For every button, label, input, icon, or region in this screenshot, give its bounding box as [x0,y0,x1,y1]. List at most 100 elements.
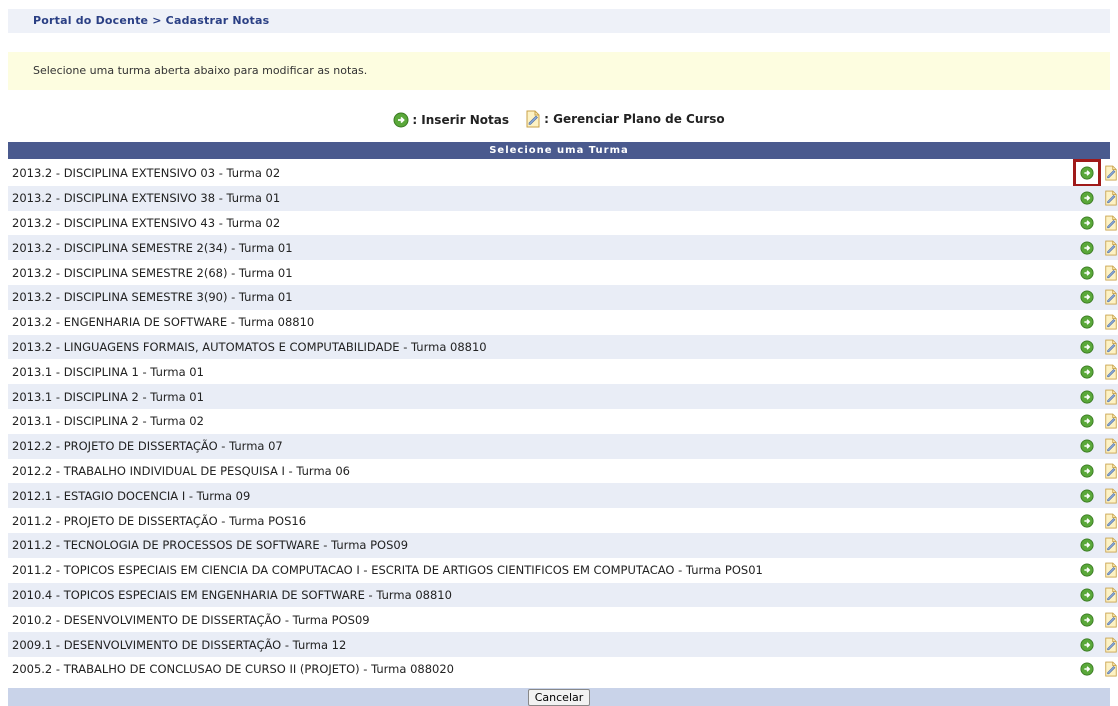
table-row: 2011.2 - TOPICOS ESPECIAIS EM CIENCIA DA… [8,557,1118,583]
row-actions [1078,583,1118,608]
manage-course-plan-button[interactable] [1104,363,1118,381]
insert-grades-button[interactable] [1078,636,1096,654]
manage-course-plan-button[interactable] [1104,586,1118,604]
green-arrow-circle-icon [1080,365,1094,379]
document-edit-icon [1105,265,1117,281]
manage-course-plan-button[interactable] [1104,462,1118,480]
insert-grades-button[interactable] [1078,487,1096,505]
document-edit-icon [1105,339,1117,355]
table-row: 2013.2 - LINGUAGENS FORMAIS, AUTOMATOS E… [8,334,1118,360]
row-actions [1078,483,1118,508]
turma-label: 2013.2 - DISCIPLINA SEMESTRE 2(68) - Tur… [12,265,293,280]
green-arrow-circle-icon [1080,464,1094,478]
document-edit-icon [1105,389,1117,404]
insert-grades-button[interactable] [1073,159,1101,188]
insert-grades-button[interactable] [1078,586,1096,604]
turma-label: 2009.1 - DESENVOLVIMENTO DE DISSERTAÇÃO … [12,637,347,652]
table-row: 2013.2 - DISCIPLINA SEMESTRE 3(90) - Tur… [8,284,1118,310]
turma-label: 2005.2 - TRABALHO DE CONCLUSAO DE CURSO … [12,662,454,677]
manage-course-plan-button[interactable] [1104,561,1118,579]
document-edit-icon [1105,537,1117,553]
insert-grades-button[interactable] [1078,264,1096,282]
row-actions [1078,335,1118,360]
manage-course-plan-button[interactable] [1104,660,1118,678]
turma-label: 2013.2 - LINGUAGENS FORMAIS, AUTOMATOS E… [12,339,487,354]
insert-grades-button[interactable] [1078,239,1096,257]
manage-course-plan-button[interactable] [1104,536,1118,554]
insert-grades-button[interactable] [1078,338,1096,356]
document-edit-icon [1105,587,1117,603]
table-row: 2012.2 - PROJETO DE DISSERTAÇÃO - Turma … [8,433,1118,459]
row-actions [1078,235,1118,260]
manage-course-plan-button[interactable] [1104,288,1118,306]
row-actions [1078,384,1118,409]
manage-course-plan-button[interactable] [1104,611,1118,629]
turma-list: 2013.2 - DISCIPLINA EXTENSIVO 03 - Turma… [8,159,1118,682]
table-row: 2013.2 - DISCIPLINA EXTENSIVO 03 - Turma… [8,159,1118,188]
table-row: 2013.1 - DISCIPLINA 1 - Turma 01 [8,359,1118,385]
manage-course-plan-button[interactable] [1104,512,1118,530]
row-actions [1078,607,1118,632]
legend-plan: : Gerenciar Plano de Curso [525,110,725,128]
insert-grades-button[interactable] [1078,313,1096,331]
manage-course-plan-button[interactable] [1104,338,1118,356]
manage-course-plan-button[interactable] [1104,239,1118,257]
insert-grades-button[interactable] [1078,561,1096,579]
insert-grades-button[interactable] [1078,660,1096,678]
turma-label: 2013.1 - DISCIPLINA 1 - Turma 01 [12,364,204,379]
green-arrow-circle-icon [1080,166,1094,180]
manage-course-plan-button[interactable] [1104,437,1118,455]
row-actions [1078,211,1118,236]
manage-course-plan-button[interactable] [1104,214,1118,232]
row-actions [1078,409,1118,434]
manage-course-plan-button[interactable] [1104,388,1118,406]
document-edit-icon [1105,637,1117,652]
manage-course-plan-button[interactable] [1104,636,1118,654]
insert-grades-button[interactable] [1078,462,1096,480]
green-arrow-circle-icon [1080,191,1094,205]
green-arrow-circle-icon [1080,315,1094,329]
insert-grades-button[interactable] [1078,288,1096,306]
manage-course-plan-button[interactable] [1104,189,1118,207]
document-edit-icon [1105,438,1117,454]
manage-course-plan-button[interactable] [1104,164,1118,182]
legend-plan-label: : Gerenciar Plano de Curso [544,112,725,126]
green-arrow-circle-icon [1080,266,1094,280]
document-edit-icon [1105,215,1117,231]
table-row: 2009.1 - DESENVOLVIMENTO DE DISSERTAÇÃO … [8,632,1118,657]
insert-grades-button[interactable] [1078,536,1096,554]
document-edit-icon [1105,488,1117,504]
manage-course-plan-button[interactable] [1104,412,1118,430]
turma-label: 2013.2 - DISCIPLINA SEMESTRE 2(34) - Tur… [12,240,293,255]
insert-grades-button[interactable] [1078,214,1096,232]
table-row: 2011.2 - PROJETO DE DISSERTAÇÃO - Turma … [8,508,1118,533]
document-edit-icon [1105,562,1117,578]
insert-grades-button[interactable] [1078,388,1096,406]
insert-grades-button[interactable] [1078,363,1096,381]
cancel-button[interactable]: Cancelar [527,689,591,706]
breadcrumb: Portal do Docente > Cadastrar Notas [8,9,1110,33]
turma-label: 2011.2 - TOPICOS ESPECIAIS EM CIENCIA DA… [12,563,763,578]
row-actions [1078,459,1118,484]
green-arrow-circle-icon [1080,538,1094,552]
green-arrow-circle-icon [1080,290,1094,304]
document-edit-icon [1105,612,1117,628]
document-edit-icon [1105,513,1117,528]
insert-grades-button[interactable] [1078,189,1096,207]
legend-insert: : Inserir Notas [393,112,509,128]
green-arrow-circle-icon [1080,241,1094,255]
insert-grades-button[interactable] [1078,512,1096,530]
insert-grades-button[interactable] [1078,437,1096,455]
insert-grades-button[interactable] [1078,412,1096,430]
table-footer: Cancelar [8,688,1110,706]
insert-grades-button[interactable] [1078,611,1096,629]
green-arrow-circle-icon [393,112,409,128]
legend-insert-label: : Inserir Notas [412,113,509,127]
manage-course-plan-button[interactable] [1104,264,1118,282]
document-edit-icon [1105,364,1117,380]
manage-course-plan-button[interactable] [1104,313,1118,331]
green-arrow-circle-icon [1080,439,1094,453]
table-row: 2005.2 - TRABALHO DE CONCLUSAO DE CURSO … [8,656,1118,682]
manage-course-plan-button[interactable] [1104,487,1118,505]
document-edit-icon [1105,240,1117,256]
